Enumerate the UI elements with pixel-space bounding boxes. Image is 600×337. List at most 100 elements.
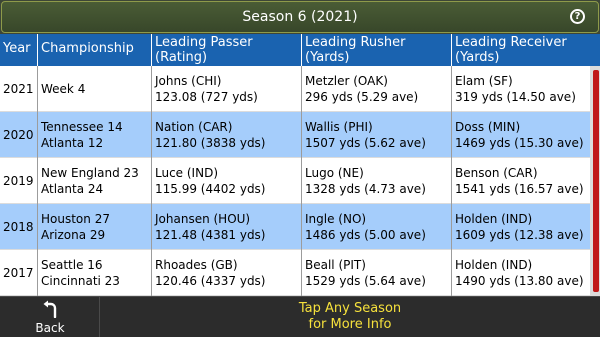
leading-rusher-cell: Metzler (OAK) 296 yds (5.29 ave) (302, 66, 452, 112)
hint-line-2: for More Info (308, 317, 392, 332)
receiver-name: Benson (CAR) (455, 166, 538, 180)
rusher-stats: 1529 yds (5.64 ave) (305, 274, 426, 288)
help-icon[interactable]: ? (570, 9, 585, 24)
rusher-stats: 296 yds (5.29 ave) (305, 90, 419, 104)
column-header-label: Leading Receiver (455, 35, 567, 50)
rusher-stats: 1328 yds (4.73 ave) (305, 182, 426, 196)
receiver-name: Holden (IND) (455, 258, 533, 272)
championship-line: Atlanta 12 (41, 136, 104, 150)
column-header-year: Year (0, 34, 38, 66)
column-header-championship: Championship (38, 34, 152, 66)
season-row-2018[interactable]: 2018 Houston 27 Arizona 29 Johansen (HOU)… (0, 204, 590, 250)
year-cell: 2020 (0, 112, 38, 158)
season-row-2017[interactable]: 2017 Seattle 16 Cincinnati 23 Rhoades (GB… (0, 250, 590, 296)
receiver-name: Elam (SF) (455, 74, 513, 88)
season-title: Season 6 (2021) (1, 1, 599, 33)
passer-stats: 123.08 (727 yds) (155, 90, 258, 104)
year-value: 2020 (3, 128, 34, 142)
tap-season-hint: Tap Any Season for More Info (100, 301, 600, 333)
championship-cell: Seattle 16 Cincinnati 23 (38, 250, 152, 296)
column-header-sublabel: (Rating) (155, 50, 208, 65)
championship-cell: Week 4 (38, 66, 152, 112)
title-bar: Season 6 (2021) ? (0, 0, 600, 34)
season-history-table: Year Championship Leading Passer (Rating… (0, 34, 600, 296)
leading-passer-cell: Luce (IND) 115.99 (4402 yds) (152, 158, 302, 204)
leading-rusher-cell: Lugo (NE) 1328 yds (4.73 ave) (302, 158, 452, 204)
passer-stats: 115.99 (4402 yds) (155, 182, 266, 196)
back-arrow-icon (43, 300, 57, 318)
rusher-name: Beall (PIT) (305, 258, 366, 272)
championship-line: Tennessee 14 (41, 120, 123, 134)
receiver-stats: 319 yds (14.50 ave) (455, 90, 576, 104)
passer-name: Johansen (HOU) (155, 212, 251, 226)
year-cell: 2018 (0, 204, 38, 250)
leading-passer-cell: Nation (CAR) 121.80 (3838 yds) (152, 112, 302, 158)
receiver-stats: 1490 yds (13.80 ave) (455, 274, 584, 288)
championship-line: Arizona 29 (41, 228, 106, 242)
passer-stats: 120.46 (4337 yds) (155, 274, 266, 288)
rusher-name: Lugo (NE) (305, 166, 364, 180)
table-scrollbar[interactable] (590, 66, 600, 296)
championship-line: Atlanta 24 (41, 182, 104, 196)
year-value: 2018 (3, 220, 34, 234)
championship-cell: Tennessee 14 Atlanta 12 (38, 112, 152, 158)
year-value: 2017 (3, 266, 34, 280)
leading-rusher-cell: Beall (PIT) 1529 yds (5.64 ave) (302, 250, 452, 296)
receiver-stats: 1609 yds (12.38 ave) (455, 228, 584, 242)
championship-line: Houston 27 (41, 212, 110, 226)
season-row-2021[interactable]: 2021 Week 4 Johns (CHI) 123.08 (727 yds) … (0, 66, 590, 112)
column-header-sublabel: (Yards) (455, 50, 500, 65)
championship-line: Cincinnati 23 (41, 274, 120, 288)
leading-passer-cell: Johns (CHI) 123.08 (727 yds) (152, 66, 302, 112)
leading-receiver-cell: Holden (IND) 1490 yds (13.80 ave) (452, 250, 590, 296)
scrollbar-thumb[interactable] (593, 70, 599, 292)
passer-name: Rhoades (GB) (155, 258, 238, 272)
column-header-leading-receiver: Leading Receiver (Yards) (452, 34, 600, 66)
receiver-stats: 1469 yds (15.30 ave) (455, 136, 584, 150)
year-value: 2021 (3, 82, 34, 96)
leading-receiver-cell: Elam (SF) 319 yds (14.50 ave) (452, 66, 590, 112)
bottom-bar: Back Tap Any Season for More Info (0, 296, 600, 337)
table-header: Year Championship Leading Passer (Rating… (0, 34, 600, 66)
leading-passer-cell: Johansen (HOU) 121.48 (4381 yds) (152, 204, 302, 250)
championship-line: Seattle 16 (41, 258, 103, 272)
column-header-sublabel: (Yards) (305, 50, 350, 65)
championship-cell: New England 23 Atlanta 24 (38, 158, 152, 204)
leading-rusher-cell: Ingle (NO) 1486 yds (5.00 ave) (302, 204, 452, 250)
year-value: 2019 (3, 174, 34, 188)
leading-rusher-cell: Wallis (PHI) 1507 yds (5.62 ave) (302, 112, 452, 158)
rusher-stats: 1507 yds (5.62 ave) (305, 136, 426, 150)
passer-stats: 121.48 (4381 yds) (155, 228, 266, 242)
rusher-name: Ingle (NO) (305, 212, 367, 226)
column-header-label: Year (3, 41, 31, 56)
championship-cell: Houston 27 Arizona 29 (38, 204, 152, 250)
passer-name: Nation (CAR) (155, 120, 233, 134)
column-header-leading-rusher: Leading Rusher (Yards) (302, 34, 452, 66)
receiver-name: Holden (IND) (455, 212, 533, 226)
leading-passer-cell: Rhoades (GB) 120.46 (4337 yds) (152, 250, 302, 296)
passer-stats: 121.80 (3838 yds) (155, 136, 266, 150)
receiver-stats: 1541 yds (16.57 ave) (455, 182, 584, 196)
season-row-2019[interactable]: 2019 New England 23 Atlanta 24 Luce (IND)… (0, 158, 590, 204)
column-header-label: Championship (41, 41, 134, 56)
hint-line-1: Tap Any Season (298, 301, 402, 316)
season-row-2020[interactable]: 2020 Tennessee 14 Atlanta 12 Nation (CAR)… (0, 112, 590, 158)
column-header-label: Leading Passer (155, 35, 253, 50)
leading-receiver-cell: Doss (MIN) 1469 yds (15.30 ave) (452, 112, 590, 158)
back-button[interactable]: Back (0, 297, 100, 337)
year-cell: 2017 (0, 250, 38, 296)
rusher-name: Wallis (PHI) (305, 120, 373, 134)
passer-name: Johns (CHI) (155, 74, 222, 88)
rusher-name: Metzler (OAK) (305, 74, 388, 88)
leading-receiver-cell: Holden (IND) 1609 yds (12.38 ave) (452, 204, 590, 250)
year-cell: 2021 (0, 66, 38, 112)
back-label: Back (35, 321, 65, 335)
receiver-name: Doss (MIN) (455, 120, 521, 134)
year-cell: 2019 (0, 158, 38, 204)
leading-receiver-cell: Benson (CAR) 1541 yds (16.57 ave) (452, 158, 590, 204)
passer-name: Luce (IND) (155, 166, 218, 180)
rusher-stats: 1486 yds (5.00 ave) (305, 228, 426, 242)
championship-line: Week 4 (41, 82, 86, 96)
column-header-label: Leading Rusher (305, 35, 406, 50)
championship-line: New England 23 (41, 166, 139, 180)
